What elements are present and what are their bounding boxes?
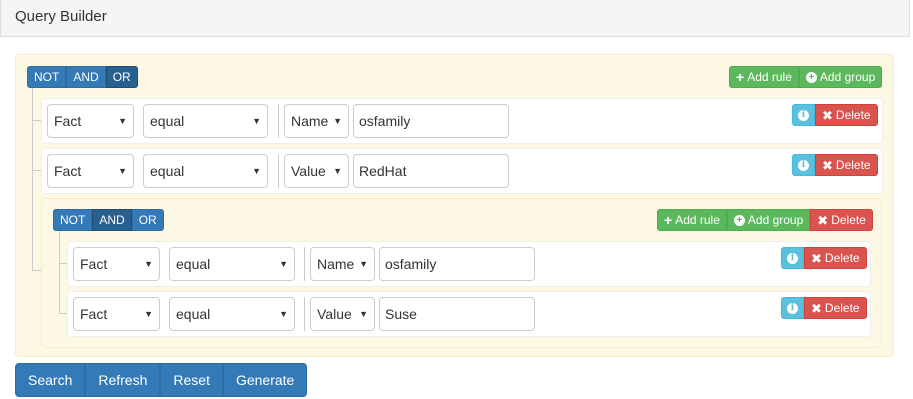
rule-operator-select[interactable]: equal ▼ [169,297,295,331]
add-group-label: Add group [819,69,876,84]
plus-icon: + [664,212,673,228]
caret-down-icon: ▼ [359,259,368,269]
rule-value-input[interactable]: Suse [379,297,535,331]
rule-field-select[interactable]: Fact ▼ [73,247,160,281]
sub-delete-group-button[interactable]: ✖ Delete [810,209,873,231]
sub-add-group-button[interactable]: + Add group [726,209,811,231]
caret-down-icon: ▼ [252,166,261,176]
rule-operator-select[interactable]: equal ▼ [143,154,268,188]
reset-button[interactable]: Reset [160,363,223,397]
rule-type-select[interactable]: Value ▼ [310,297,375,331]
rule-delete-button[interactable]: ✖ Delete [815,154,878,176]
caret-down-icon: ▼ [118,116,127,126]
rule-actions: i ✖ Delete [781,297,867,319]
rule-actions: i ✖ Delete [781,247,867,269]
rule-info-button[interactable]: i [792,154,815,176]
rule-operator-select[interactable]: equal ▼ [169,247,295,281]
close-icon: ✖ [822,157,833,173]
caret-down-icon: ▼ [279,309,288,319]
info-icon: i [798,159,809,171]
rule-operator-select[interactable]: equal ▼ [143,104,268,138]
info-icon: i [787,302,798,314]
rule-type-select[interactable]: Name ▼ [284,104,349,138]
rule-value-input[interactable]: osfamily [379,247,535,281]
close-icon: ✖ [822,107,833,123]
add-rule-label: Add rule [747,69,792,84]
caret-down-icon: ▼ [118,166,127,176]
plus-circle-icon: + [805,71,817,83]
tree-line [32,88,33,270]
root-add-rule-button[interactable]: + Add rule [729,66,799,88]
page-title: Query Builder [15,8,107,25]
rule-actions: i ✖ Delete [792,104,878,126]
rule-info-button[interactable]: i [781,297,804,319]
root-group-actions: + Add rule + Add group [729,66,883,88]
plus-circle-icon: + [733,214,745,226]
caret-down-icon: ▼ [144,309,153,319]
caret-down-icon: ▼ [252,116,261,126]
root-condition-group: NOT AND OR [27,66,138,88]
close-icon: ✖ [817,212,829,228]
close-icon: ✖ [811,300,822,316]
panel-heading: Query Builder [0,0,910,37]
sub-condition-and[interactable]: AND [92,209,132,231]
root-condition-and[interactable]: AND [66,66,106,88]
root-condition-or[interactable]: OR [105,66,138,88]
sub-condition-or[interactable]: OR [131,209,164,231]
query-builder-app: Query Builder NOT AND OR + Add rule + Ad… [0,0,913,399]
rule-field-select[interactable]: Fact ▼ [47,154,134,188]
sub-condition-not[interactable]: NOT [53,209,93,231]
rule-delete-button[interactable]: ✖ Delete [804,297,867,319]
info-icon: i [798,109,809,121]
rule-value-input[interactable]: RedHat [353,154,509,188]
info-icon: i [787,252,798,264]
caret-down-icon: ▼ [279,259,288,269]
caret-down-icon: ▼ [333,116,342,126]
rule-info-button[interactable]: i [792,104,815,126]
sub-group-actions: + Add rule + Add group ✖ Delete [657,209,873,231]
rule-divider [278,104,279,138]
footer-actions: Search Refresh Reset Generate [15,363,308,397]
rule-actions: i ✖ Delete [792,154,878,176]
rule-value-input[interactable]: osfamily [353,104,509,138]
rule-type-select[interactable]: Name ▼ [310,247,375,281]
plus-icon: + [736,69,745,85]
generate-button[interactable]: Generate [222,363,308,397]
caret-down-icon: ▼ [359,309,368,319]
rule-field-select[interactable]: Fact ▼ [47,104,134,138]
rule-divider [304,247,305,281]
sub-add-rule-button[interactable]: + Add rule [657,209,727,231]
root-condition-not[interactable]: NOT [27,66,67,88]
search-button[interactable]: Search [15,363,86,397]
rule-divider [278,154,279,188]
rule-divider [304,297,305,331]
caret-down-icon: ▼ [144,259,153,269]
caret-down-icon: ▼ [333,166,342,176]
rule-delete-button[interactable]: ✖ Delete [815,104,878,126]
close-icon: ✖ [811,250,822,266]
sub-condition-group: NOT AND OR [53,209,164,231]
refresh-button[interactable]: Refresh [85,363,161,397]
rule-delete-button[interactable]: ✖ Delete [804,247,867,269]
tree-line [59,230,60,314]
root-add-group-button[interactable]: + Add group [798,66,883,88]
rule-info-button[interactable]: i [781,247,804,269]
rule-type-select[interactable]: Value ▼ [284,154,349,188]
rule-field-select[interactable]: Fact ▼ [73,297,160,331]
